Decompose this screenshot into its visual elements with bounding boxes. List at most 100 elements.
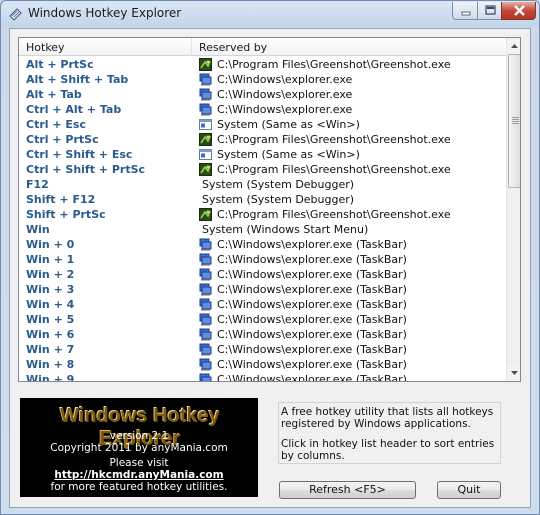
website-link[interactable]: http://hkcmdr.anyMania.com xyxy=(54,469,223,481)
list-row[interactable]: Win + 7 C:\Windows\explorer.exe (TaskBar) xyxy=(19,342,506,357)
reserved-by-cell: C:\Windows\explorer.exe (TaskBar) xyxy=(217,313,407,326)
column-header-hotkey[interactable]: Hotkey xyxy=(26,41,65,54)
list-row[interactable]: Win + 4 C:\Windows\explorer.exe (TaskBar) xyxy=(19,297,506,312)
reserved-by-cell: C:\Program Files\Greenshot\Greenshot.exe xyxy=(217,163,451,176)
list-row[interactable]: Win + 5 C:\Windows\explorer.exe (TaskBar) xyxy=(19,312,506,327)
list-row[interactable]: Ctrl + Esc System (Same as <Win>) xyxy=(19,117,506,132)
info-box: A free hotkey utility that lists all hot… xyxy=(278,402,501,464)
maximize-button[interactable] xyxy=(477,2,502,20)
list-row[interactable]: Ctrl + Alt + Tab C:\Windows\explorer.exe xyxy=(19,102,506,117)
hotkey-cell: Ctrl + Esc xyxy=(26,118,86,131)
hotkey-cell: Win + 6 xyxy=(26,328,75,341)
hotkey-cell: Shift + F12 xyxy=(26,193,96,206)
list-row[interactable]: Win + 6 C:\Windows\explorer.exe (TaskBar) xyxy=(19,327,506,342)
reserved-by-cell: System (System Debugger) xyxy=(202,178,355,191)
scroll-up-button[interactable] xyxy=(507,38,520,54)
explorer-icon xyxy=(199,328,212,341)
hotkey-cell: Ctrl + PrtSc xyxy=(26,133,99,146)
hotkey-cell: Win + 5 xyxy=(26,313,75,326)
reserved-by-cell: C:\Windows\explorer.exe (TaskBar) xyxy=(217,358,407,371)
close-icon xyxy=(514,5,525,16)
reserved-by-cell: C:\Windows\explorer.exe (TaskBar) xyxy=(217,238,407,251)
list-row[interactable]: Shift + PrtSc C:\Program Files\Greenshot\… xyxy=(19,207,506,222)
list-row[interactable]: Shift + F12 System (System Debugger) xyxy=(19,192,506,207)
list-row[interactable]: Alt + PrtSc C:\Program Files\Greenshot\Gr… xyxy=(19,57,506,72)
list-row[interactable]: Win + 2 C:\Windows\explorer.exe (TaskBar) xyxy=(19,267,506,282)
arrow-up-icon xyxy=(511,44,518,48)
reserved-by-cell: C:\Program Files\Greenshot\Greenshot.exe xyxy=(217,208,451,221)
reserved-by-cell: C:\Windows\explorer.exe (TaskBar) xyxy=(217,373,407,382)
list-row[interactable]: Win + 1 C:\Windows\explorer.exe (TaskBar) xyxy=(19,252,506,267)
explorer-icon xyxy=(199,238,212,251)
info-sort-hint: Click in hotkey list header to sort entr… xyxy=(281,438,495,462)
minimize-button[interactable] xyxy=(452,2,478,20)
hotkey-cell: Alt + PrtSc xyxy=(26,58,94,71)
reserved-by-cell: C:\Windows\explorer.exe (TaskBar) xyxy=(217,343,407,356)
minimize-icon xyxy=(461,11,471,16)
quit-button[interactable]: Quit xyxy=(437,481,501,499)
banner-visit: Please visit xyxy=(109,457,169,469)
list-row[interactable]: F12 System (System Debugger) xyxy=(19,177,506,192)
hotkey-cell: Win + 9 xyxy=(26,373,75,382)
list-row[interactable]: Win + 0 C:\Windows\explorer.exe (TaskBar) xyxy=(19,237,506,252)
hotkey-cell: Alt + Tab xyxy=(26,88,82,101)
hotkey-cell: Win + 7 xyxy=(26,343,75,356)
reserved-by-cell: C:\Windows\explorer.exe xyxy=(217,88,353,101)
hotkey-cell: Win + 3 xyxy=(26,283,75,296)
hotkey-cell: Win + 2 xyxy=(26,268,75,281)
hotkey-cell: Alt + Shift + Tab xyxy=(26,73,129,86)
hotkey-list[interactable]: Hotkey Reserved by Alt + PrtSc C:\Program… xyxy=(18,37,521,382)
list-row[interactable]: Win + 3 C:\Windows\explorer.exe (TaskBar) xyxy=(19,282,506,297)
list-row[interactable]: Ctrl + Shift + Esc System (Same as <Win>) xyxy=(19,147,506,162)
reserved-by-cell: C:\Windows\explorer.exe xyxy=(217,73,353,86)
title-bar[interactable]: Windows Hotkey Explorer xyxy=(1,1,539,27)
greenshot-icon xyxy=(199,208,212,221)
reserved-by-cell: C:\Windows\explorer.exe (TaskBar) xyxy=(217,283,407,296)
explorer-icon xyxy=(199,373,212,381)
list-row[interactable]: Win System (Windows Start Menu) xyxy=(19,222,506,237)
hotkey-cell: Win + 0 xyxy=(26,238,75,251)
reserved-by-cell: System (Windows Start Menu) xyxy=(202,223,369,236)
reserved-by-cell: C:\Program Files\Greenshot\Greenshot.exe xyxy=(217,58,451,71)
banner-tagline: for more featured hotkey utilities. xyxy=(50,481,228,493)
reserved-by-cell: C:\Windows\explorer.exe (TaskBar) xyxy=(217,268,407,281)
explorer-icon xyxy=(199,343,212,356)
explorer-icon xyxy=(199,283,212,296)
refresh-button[interactable]: Refresh <F5> xyxy=(279,481,416,499)
vertical-scrollbar[interactable] xyxy=(506,38,520,381)
scroll-down-button[interactable] xyxy=(507,365,520,381)
list-row[interactable]: Ctrl + PrtSc C:\Program Files\Greenshot\G… xyxy=(19,132,506,147)
list-row[interactable]: Alt + Tab C:\Windows\explorer.exe xyxy=(19,87,506,102)
list-row[interactable]: Win + 9 C:\Windows\explorer.exe (TaskBar) xyxy=(19,372,506,382)
hotkey-cell: Ctrl + Shift + PrtSc xyxy=(26,163,146,176)
list-row[interactable]: Alt + Shift + Tab C:\Windows\explorer.exe xyxy=(19,72,506,87)
list-rows: Alt + PrtSc C:\Program Files\Greenshot\Gr… xyxy=(19,57,506,382)
scroll-thumb[interactable] xyxy=(508,54,520,188)
explorer-icon xyxy=(199,298,212,311)
arrow-down-icon xyxy=(511,371,518,375)
hotkey-cell: Ctrl + Alt + Tab xyxy=(26,103,122,116)
system-window-icon xyxy=(199,148,212,161)
hotkey-cell: Win + 8 xyxy=(26,358,75,371)
greenshot-icon xyxy=(199,58,212,71)
about-banner: Windows Hotkey Explorer version 2.1 Copy… xyxy=(20,398,258,497)
explorer-icon xyxy=(199,73,212,86)
list-row[interactable]: Ctrl + Shift + PrtSc C:\Program Files\Gre… xyxy=(19,162,506,177)
column-divider[interactable] xyxy=(191,38,192,56)
explorer-icon xyxy=(199,268,212,281)
explorer-icon xyxy=(199,253,212,266)
column-header-reserved-by[interactable]: Reserved by xyxy=(199,41,267,54)
window-title: Windows Hotkey Explorer xyxy=(28,6,182,20)
reserved-by-cell: C:\Windows\explorer.exe (TaskBar) xyxy=(217,298,407,311)
reserved-by-cell: C:\Windows\explorer.exe (TaskBar) xyxy=(217,253,407,266)
greenshot-icon xyxy=(199,133,212,146)
reserved-by-cell: System (System Debugger) xyxy=(202,193,355,206)
greenshot-icon xyxy=(199,163,212,176)
list-row[interactable]: Win + 8 C:\Windows\explorer.exe (TaskBar) xyxy=(19,357,506,372)
banner-copyright: Copyright 2011 by anyMania.com xyxy=(50,442,228,454)
hotkey-cell: F12 xyxy=(26,178,49,191)
explorer-icon xyxy=(199,358,212,371)
reserved-by-cell: C:\Windows\explorer.exe xyxy=(217,103,353,116)
hotkey-cell: Win + 1 xyxy=(26,253,75,266)
close-button[interactable] xyxy=(501,2,536,20)
